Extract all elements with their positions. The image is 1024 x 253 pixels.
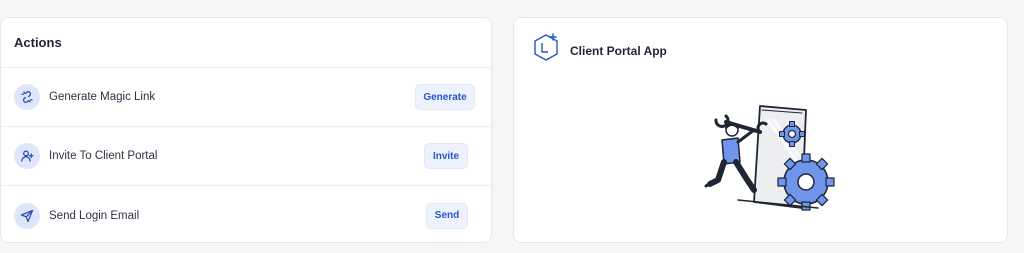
client-portal-app-card: Client Portal App: [513, 17, 1008, 243]
action-row-generate-magic-link: Generate Magic Link Generate: [1, 68, 491, 127]
hexagon-plus-icon: [531, 32, 561, 69]
send-login-email-label: Send Login Email: [49, 209, 140, 222]
send-button[interactable]: Send: [426, 202, 468, 229]
action-row-invite-to-client-portal: Invite To Client Portal Invite: [1, 127, 491, 186]
client-portal-app-title: Client Portal App: [570, 43, 667, 58]
maintenance-illustration: [698, 100, 848, 220]
invite-to-client-portal-label: Invite To Client Portal: [49, 150, 158, 162]
actions-card-title: Actions: [1, 18, 491, 68]
client-portal-app-header: Client Portal App: [531, 32, 667, 69]
user-plus-icon: [14, 143, 40, 169]
actions-card: Actions Generate Magic Link Generate Inv…: [0, 17, 492, 243]
action-row-send-login-email: Send Login Email Send: [1, 186, 491, 245]
generate-button[interactable]: Generate: [415, 84, 475, 110]
invite-button[interactable]: Invite: [424, 143, 468, 169]
link-broken-icon: [14, 84, 40, 110]
paper-plane-icon: [14, 202, 40, 229]
generate-magic-link-label: Generate Magic Link: [49, 91, 156, 103]
